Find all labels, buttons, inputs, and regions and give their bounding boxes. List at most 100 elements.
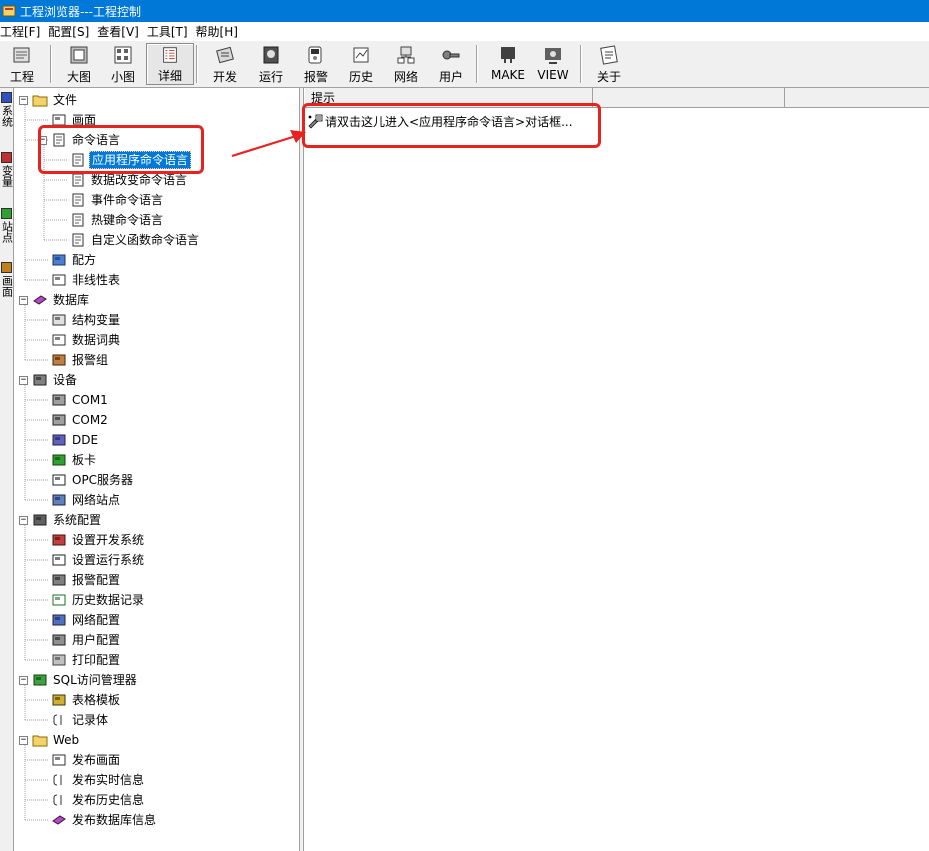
make-icon [501,47,515,63]
tree-item[interactable]: − 数据库 [19,290,91,310]
toolbar-button-label: 开发 [212,70,237,84]
tree-item[interactable]: − Web [19,730,81,750]
side-tab-1[interactable]: 变量 [0,152,14,187]
recipe-icon [52,254,66,266]
menu-item-1[interactable]: 配置[S] [48,23,94,40]
toolbar-button-4[interactable]: 开发 [202,43,248,85]
tree-item[interactable]: 配方 [38,250,98,270]
project-tree[interactable]: − 文件 画面 − 命令语言 应用程序命令语言 数据改变命令语言 事件命令语言 热键命令语言 自定… [15,88,300,851]
menu-item-3[interactable]: 工具[T] [147,23,193,40]
tree-item[interactable]: DDE [38,430,100,450]
tree-item[interactable]: 热键命令语言 [57,210,165,230]
toolbar-button-2[interactable]: 小图 [104,43,142,85]
toolbar-button-label: 网络 [393,70,418,84]
toolbar-button-6[interactable]: 报警 [296,43,336,85]
tree-item[interactable]: COM1 [38,390,110,410]
toolbar-button-3[interactable]: 详细 [146,43,194,85]
collapse-toggle-icon[interactable]: − [19,515,28,525]
pane-splitter[interactable] [300,88,304,851]
network-config-icon [52,614,66,626]
develop-icon [216,46,234,64]
tree-item[interactable]: 报警配置 [38,570,122,590]
tree-item-label: 配方 [72,253,97,267]
side-tab-2[interactable]: 站点 [0,208,14,243]
tree-item[interactable]: COM2 [38,410,110,430]
annotation-highlight-tree [38,125,204,174]
device-icon [33,374,47,386]
tree-item[interactable]: 网络站点 [38,490,122,510]
tree-item[interactable]: − SQL访问管理器 [19,670,139,690]
script-doc-icon [72,233,84,247]
tree-item[interactable]: 数据词典 [38,330,122,350]
tree-item[interactable]: 设置运行系统 [38,550,146,570]
collapse-toggle-icon[interactable]: − [19,735,28,745]
tree-item[interactable]: 事件命令语言 [57,190,165,210]
tree-item[interactable]: 结构变量 [38,310,122,330]
tree-item[interactable]: 打印配置 [38,650,122,670]
about-icon [600,45,618,65]
menu-bar: 工程[F] 配置[S] 查看[V] 工具[T] 帮助[H] [0,22,929,41]
collapse-toggle-icon[interactable]: − [19,375,28,385]
collapse-toggle-icon[interactable]: − [19,675,28,685]
large-icons-icon [70,46,88,64]
tree-item[interactable]: 板卡 [38,450,98,470]
toolbar-button-1[interactable]: 大图 [60,43,98,85]
tree-item-label: 发布画面 [72,753,121,767]
history-icon [353,47,369,63]
tree-item[interactable]: − 设备 [19,370,79,390]
tree-item-label: 数据库 [53,293,90,307]
collapse-toggle-icon[interactable]: − [19,295,28,305]
tree-item-label: 设置开发系统 [72,533,145,547]
toolbar-button-0[interactable]: 工程 [0,43,44,85]
detail-list-view[interactable]: 提示 请双击这儿进入<应用程序命令语言>对话框... [305,88,929,851]
table-template-icon [52,694,66,706]
print-config-icon [52,654,66,666]
tree-item-label: Web [53,733,80,747]
tree-item[interactable]: 发布数据库信息 [38,810,158,830]
column-header-3[interactable] [785,88,929,108]
side-tab-0[interactable]: 系统 [0,92,14,127]
tree-item-label: OPC服务器 [72,473,134,487]
tree-item[interactable]: 历史数据记录 [38,590,146,610]
menu-item-2[interactable]: 查看[V] [97,23,144,40]
column-header-2[interactable] [593,88,785,108]
toolbar-button-8[interactable]: 网络 [386,43,426,85]
toolbar-button-11[interactable]: VIEW [534,43,572,85]
tree-item[interactable]: 发布实时信息 [38,770,146,790]
record-body-icon [53,794,62,806]
tree-item-label: 系统配置 [53,513,102,527]
tree-item[interactable]: 报警组 [38,350,110,370]
tree-item[interactable]: 网络配置 [38,610,122,630]
side-tab-label: 画面 [0,275,14,297]
tree-item[interactable]: 发布画面 [38,750,122,770]
script-doc-icon [72,213,84,227]
tree-item[interactable]: 设置开发系统 [38,530,146,550]
tree-item[interactable]: OPC服务器 [38,470,135,490]
toolbar-button-9[interactable]: 用户 [432,43,470,85]
tree-item-label: 发布实时信息 [72,773,145,787]
toolbar-button-label: MAKE [490,68,525,82]
tree-item[interactable]: − 系统配置 [19,510,103,530]
tree-item[interactable]: 记录体 [38,710,110,730]
menu-item-4[interactable]: 帮助[H] [196,23,243,40]
tree-item[interactable]: 自定义函数命令语言 [57,230,201,250]
toolbar-button-12[interactable]: 关于 [588,43,630,85]
tree-item[interactable]: 发布历史信息 [38,790,146,810]
collapse-toggle-icon[interactable]: − [19,95,28,105]
tree-item[interactable]: 用户配置 [38,630,122,650]
toolbar-separator [476,45,478,83]
dde-icon [52,434,66,446]
tree-item[interactable]: 表格模板 [38,690,122,710]
menu-item-0[interactable]: 工程[F] [0,23,45,40]
small-icons-icon [114,46,132,64]
annotation-arrow-icon [231,130,306,158]
side-tab-3[interactable]: 画面 [0,262,14,297]
toolbar-button-5[interactable]: 运行 [252,43,290,85]
tree-item-label: 结构变量 [72,313,121,327]
toolbar-button-7[interactable]: 历史 [342,43,380,85]
toolbar-button-10[interactable]: MAKE [484,43,532,85]
tree-item-label: DDE [72,433,99,447]
tree-item[interactable]: 非线性表 [38,270,122,290]
toolbar-button-label: 详细 [157,69,182,83]
tree-item[interactable]: − 文件 [19,90,79,110]
